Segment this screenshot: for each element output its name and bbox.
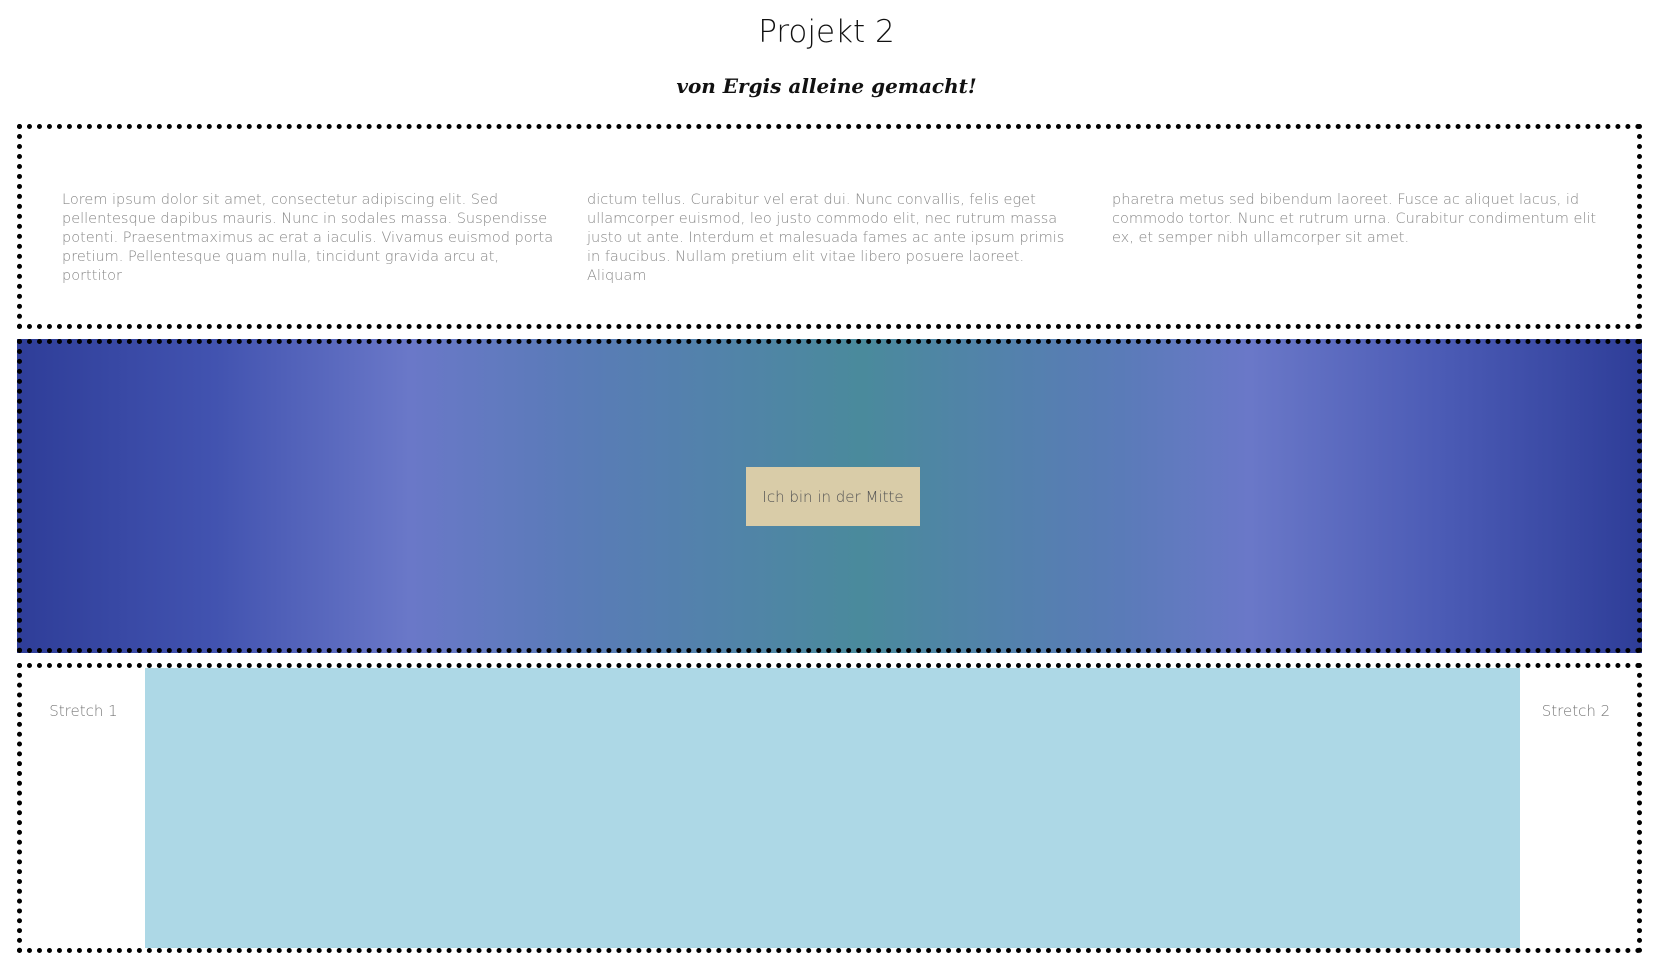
center-box: Ich bin in der Mitte — [746, 467, 920, 526]
page-title: Projekt 2 — [758, 14, 895, 50]
stretch-section: Stretch 1 Stretch 2 — [17, 663, 1642, 953]
page-subtitle: von Ergis alleine gemacht! — [676, 74, 977, 98]
stretch-middle-block — [145, 668, 1520, 948]
text-column-1: Lorem ipsum dolor sit amet, consectetur … — [62, 192, 554, 284]
stretch-item-2-label: Stretch 2 — [1541, 702, 1611, 720]
text-column-2: dictum tellus. Curabitur vel erat dui. N… — [587, 192, 1065, 284]
text-columns: Lorem ipsum dolor sit amet, consectetur … — [62, 191, 1607, 286]
stretch-item-1-label: Stretch 1 — [49, 702, 118, 720]
stretch-item-1: Stretch 1 — [22, 668, 145, 948]
stretch-item-2: Stretch 2 — [1515, 668, 1637, 948]
text-column-3: pharetra metus sed bibendum laoreet. Fus… — [1112, 192, 1597, 246]
text-section: Lorem ipsum dolor sit amet, consectetur … — [17, 124, 1642, 329]
gradient-section: Ich bin in der Mitte — [17, 339, 1642, 653]
